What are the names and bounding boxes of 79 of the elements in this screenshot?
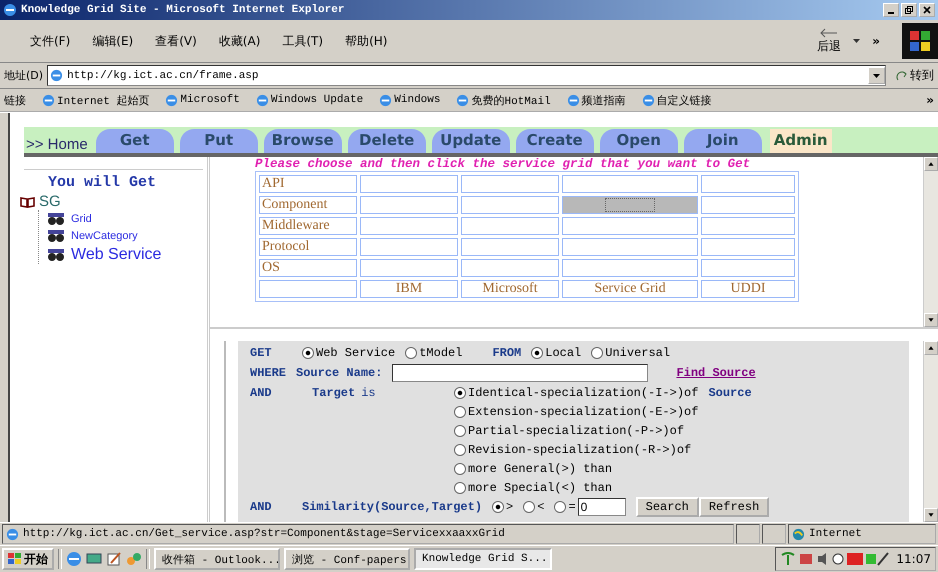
start-button[interactable]: 开始 (2, 548, 54, 570)
form-button[interactable]: Search (636, 497, 699, 517)
keyword: Source (708, 384, 752, 402)
keyword: AND (250, 384, 273, 402)
more-button[interactable]: » (872, 34, 880, 48)
favorite-link[interactable]: 频道指南 (566, 92, 626, 108)
favorite-link[interactable]: Windows Update (256, 94, 364, 106)
go-button[interactable]: 转到 (890, 67, 934, 84)
favorite-link[interactable]: Microsoft (165, 94, 240, 106)
category-cell: Protocol (259, 238, 357, 256)
menu-item[interactable]: 查看(V) (155, 32, 197, 50)
similarity-field[interactable]: 0 (578, 498, 626, 516)
window-title: Knowledge Grid Site - Microsoft Internet Explorer (21, 4, 346, 16)
field-label: Source Name: (296, 366, 382, 380)
field-label: Similarity(Source,Target) (302, 500, 482, 514)
radio-label[interactable]: Partial-specialization(-P->)of (468, 424, 684, 438)
category-cell: OS (259, 259, 357, 277)
taskbar-button[interactable]: 收件箱 - Outlook... (154, 548, 280, 570)
favorite-link[interactable]: 自定义链接 (642, 92, 712, 108)
target-label: Target is (311, 384, 377, 402)
status-zone: Internet (788, 524, 936, 544)
keyword: GET (250, 346, 273, 360)
favorite-link[interactable]: 免费的HotMail (456, 92, 551, 108)
nav-tab[interactable]: Delete (348, 129, 426, 153)
nav-tab[interactable]: Create (516, 129, 594, 153)
menu-item[interactable]: 编辑(E) (92, 32, 134, 50)
nav-tab[interactable]: Join (684, 129, 762, 153)
form-button[interactable]: Refresh (698, 497, 770, 517)
radio-label[interactable]: > (506, 500, 514, 514)
back-button[interactable]: 后退 (813, 28, 846, 54)
radio-label[interactable]: Extension-specialization(-E->)of (468, 404, 698, 418)
taskbar-button[interactable]: 浏览 - Conf-papers (284, 548, 410, 570)
provider-cell: Microsoft (461, 280, 559, 298)
nav-tab[interactable]: Update (432, 129, 510, 153)
radio-label[interactable]: Local (545, 346, 582, 360)
tree-item[interactable]: Web Service (71, 246, 162, 264)
nav-tab[interactable]: Browse (264, 129, 342, 153)
more-button[interactable]: » (926, 93, 934, 107)
nav-tab[interactable]: Open (600, 129, 678, 153)
taskbar-button[interactable]: Knowledge Grid S... (414, 548, 552, 570)
menu-item[interactable]: 帮助(H) (345, 32, 388, 50)
links-label: 链接 (4, 92, 26, 108)
admin-tab[interactable]: Admin (770, 129, 832, 153)
status-url: http://kg.ict.ac.cn/Get_service.asp?str=Component&stage=ServicexxaaxxGrid (2, 524, 734, 544)
provider-cell: Service Grid (562, 280, 698, 298)
sidebar-heading: You will Get (47, 174, 158, 191)
home-link[interactable]: >> Home (24, 136, 90, 153)
radio-label[interactable]: < (537, 500, 544, 514)
radio-label[interactable]: tModel (419, 346, 462, 360)
favorite-link[interactable]: Internet 起始页 (42, 92, 150, 108)
address-field[interactable]: http://kg.ict.ac.cn/frame.asp (47, 65, 886, 86)
instruction-text: Please choose and then click the service grid that you want to Get (255, 157, 752, 171)
category-cell: API (259, 175, 357, 193)
radio-label[interactable]: Universal (605, 346, 670, 360)
keyword: AND (250, 500, 273, 514)
favorite-link[interactable]: Windows (379, 94, 440, 106)
menu-item[interactable]: 收藏(A) (218, 32, 260, 50)
category-cell: Middleware (259, 217, 357, 235)
menu-item[interactable]: 文件(F) (30, 32, 70, 50)
tree-root[interactable]: SG (39, 193, 61, 210)
find-source-link[interactable]: Find Source (676, 366, 756, 380)
radio-label[interactable]: Web Service (316, 346, 396, 360)
category-cell: Component (259, 196, 357, 214)
radio-label[interactable]: more General(>) than (468, 462, 612, 476)
radio-label[interactable]: Revision-specialization(-R->)of (468, 442, 692, 456)
provider-cell: IBM (360, 280, 458, 298)
menu-item[interactable]: 工具(T) (282, 32, 324, 50)
tree-item[interactable]: Grid (71, 213, 92, 225)
nav-tab[interactable]: Get (96, 129, 174, 153)
clock: 11:07 (896, 552, 931, 566)
keyword: FROM (492, 346, 522, 360)
address-label: 地址(D) (4, 68, 44, 83)
radio-label[interactable]: = (568, 500, 576, 514)
radio-label[interactable]: Identical-specialization(-I->)of (468, 386, 698, 400)
tree-item[interactable]: NewCategory (71, 230, 138, 242)
radio-label[interactable]: more Special(<) than (468, 480, 612, 494)
provider-cell: UDDI (701, 280, 795, 298)
nav-tab[interactable]: Put (180, 129, 258, 153)
keyword: WHERE (250, 366, 286, 380)
